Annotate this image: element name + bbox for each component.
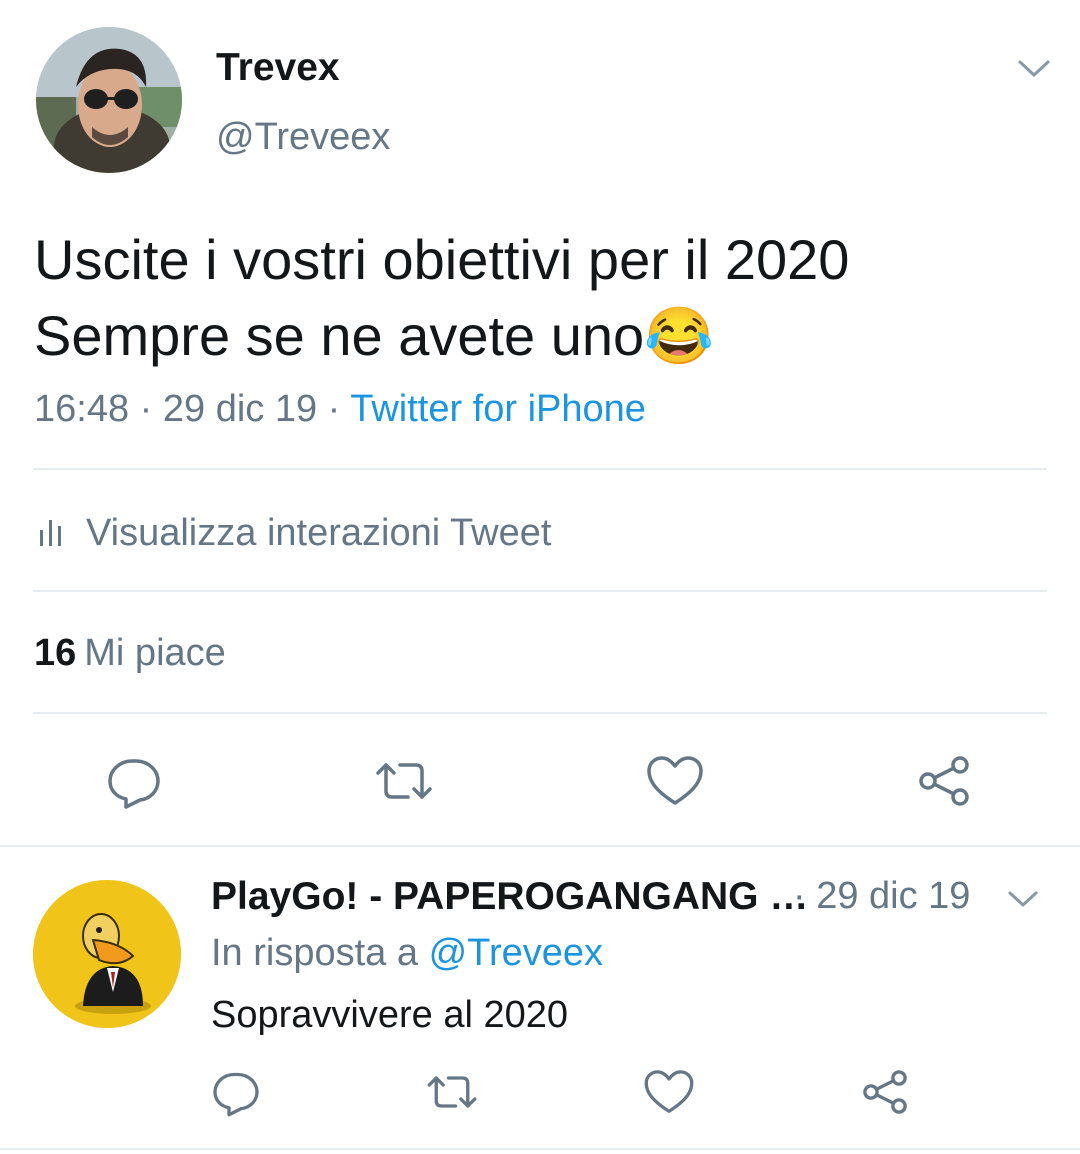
author-avatar[interactable] [36, 27, 182, 173]
tweet-time: 16:48 [34, 388, 130, 430]
author-handle[interactable]: @Treveex [216, 116, 390, 159]
section-separator [0, 845, 1080, 847]
chevron-down-icon[interactable] [1004, 884, 1042, 914]
reply-icon[interactable] [102, 749, 166, 813]
tweet-text-line-2-text: Sempre se ne avete uno [34, 304, 645, 367]
analytics-label: Visualizza interazioni Tweet [86, 511, 552, 554]
divider [33, 590, 1047, 592]
likes-count[interactable]: 16 Mi piace [34, 632, 226, 675]
likes-label: Mi piace [84, 632, 226, 674]
share-icon[interactable] [912, 749, 976, 813]
reply-author-avatar-image [33, 880, 181, 1028]
meta-dot: · [139, 388, 163, 430]
retweet-icon[interactable] [372, 749, 436, 813]
likes-number: 16 [34, 632, 77, 674]
reply-author-name[interactable]: PlayGo! - PAPEROGANGANG … [211, 875, 808, 919]
divider [33, 712, 1047, 714]
tweet-text: Uscite i vostri obiettivi per il 2020 Se… [34, 222, 849, 374]
like-icon[interactable] [643, 749, 707, 813]
in-reply-mention[interactable]: @Treveex [429, 932, 603, 974]
chevron-down-icon[interactable] [1014, 52, 1054, 84]
laughing-emoji-icon: 😂 [644, 304, 714, 367]
divider [33, 468, 1047, 470]
tweet-date: 29 dic 19 [162, 388, 318, 430]
tweet-text-line-1: Uscite i vostri obiettivi per il 2020 [34, 228, 850, 291]
like-icon[interactable] [641, 1064, 697, 1120]
in-reply-prefix: In risposta a [211, 932, 418, 974]
reply-text: Sopravvivere al 2020 [211, 994, 568, 1036]
section-separator [0, 1148, 1080, 1150]
tweet-source-link[interactable]: Twitter for iPhone [350, 388, 646, 430]
tweet-meta: 16:48 · 29 dic 19 · Twitter for iPhone [34, 388, 646, 431]
tweet-text-line-2: Sempre se ne avete uno😂 [34, 298, 849, 374]
in-reply-to: In risposta a @Treveex [211, 932, 603, 975]
share-icon[interactable] [857, 1064, 913, 1120]
retweet-icon[interactable] [424, 1064, 480, 1120]
meta-dot: · [327, 388, 351, 430]
view-tweet-activity[interactable]: Visualizza interazioni Tweet [38, 510, 551, 556]
reply-icon[interactable] [208, 1064, 264, 1120]
analytics-icon [38, 516, 64, 551]
reply-author-avatar[interactable] [33, 880, 181, 1028]
author-name[interactable]: Trevex [216, 46, 340, 90]
reply-date[interactable]: · 29 dic 19 [793, 875, 970, 918]
author-avatar-image [36, 27, 182, 173]
